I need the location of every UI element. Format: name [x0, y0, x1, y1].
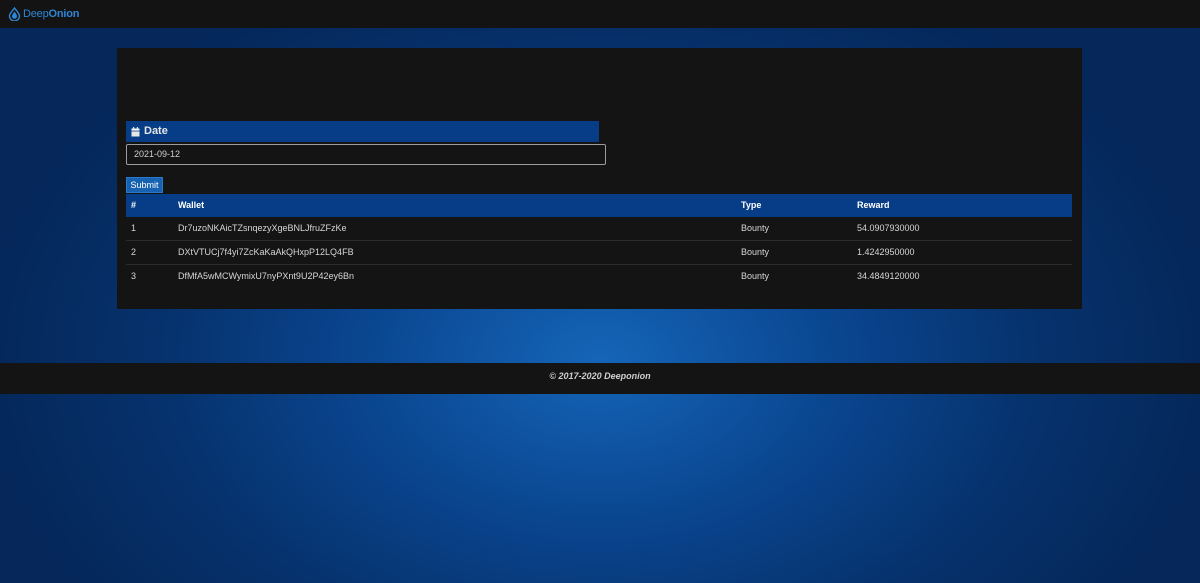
column-header-type: Type [741, 200, 762, 210]
table-row: 1 Dr7uzoNKAicTZsnqezyXgeBNLJfruZFzKe Bou… [126, 217, 1072, 241]
row-type: Bounty [741, 247, 770, 257]
row-reward: 54.0907930000 [857, 223, 920, 233]
date-header: Date [126, 121, 599, 142]
content-panel: Date Submit # Wallet Type Reward 1 Dr7uz… [117, 48, 1082, 309]
column-header-wallet: Wallet [178, 200, 205, 210]
row-wallet: Dr7uzoNKAicTZsnqezyXgeBNLJfruZFzKe [178, 223, 347, 233]
brand-logo[interactable]: DeepOnion [8, 6, 79, 22]
table-row: 2 DXtVTUCj7f4yi7ZcKaKaAkQHxpP12LQ4FB Bou… [126, 241, 1072, 265]
submit-button[interactable]: Submit [126, 177, 163, 193]
date-label: Date [144, 125, 168, 137]
row-index: 3 [131, 271, 137, 281]
rewards-table: # Wallet Type Reward 1 Dr7uzoNKAicTZsnqe… [126, 194, 1072, 288]
top-navbar: DeepOnion [0, 0, 1200, 28]
row-index: 1 [131, 223, 137, 233]
column-header-index: # [131, 200, 137, 210]
row-wallet: DfMfA5wMCWymixU7nyPXnt9U2P42ey6Bn [178, 271, 354, 281]
row-index: 2 [131, 247, 137, 257]
row-reward: 34.4849120000 [857, 271, 920, 281]
onion-drop-icon [8, 7, 21, 21]
row-wallet: DXtVTUCj7f4yi7ZcKaKaAkQHxpP12LQ4FB [178, 247, 354, 257]
copyright-text: © 2017-2020 Deeponion [549, 371, 651, 381]
row-type: Bounty [741, 223, 770, 233]
date-input[interactable] [126, 144, 606, 165]
row-reward: 1.4242950000 [857, 247, 915, 257]
column-header-reward: Reward [857, 200, 890, 210]
brand-name: DeepOnion [23, 8, 80, 20]
table-row: 3 DfMfA5wMCWymixU7nyPXnt9U2P42ey6Bn Boun… [126, 265, 1072, 288]
table-header: # Wallet Type Reward [126, 194, 1072, 217]
calendar-icon [131, 126, 140, 136]
row-type: Bounty [741, 271, 770, 281]
footer: © 2017-2020 Deeponion [0, 363, 1200, 394]
